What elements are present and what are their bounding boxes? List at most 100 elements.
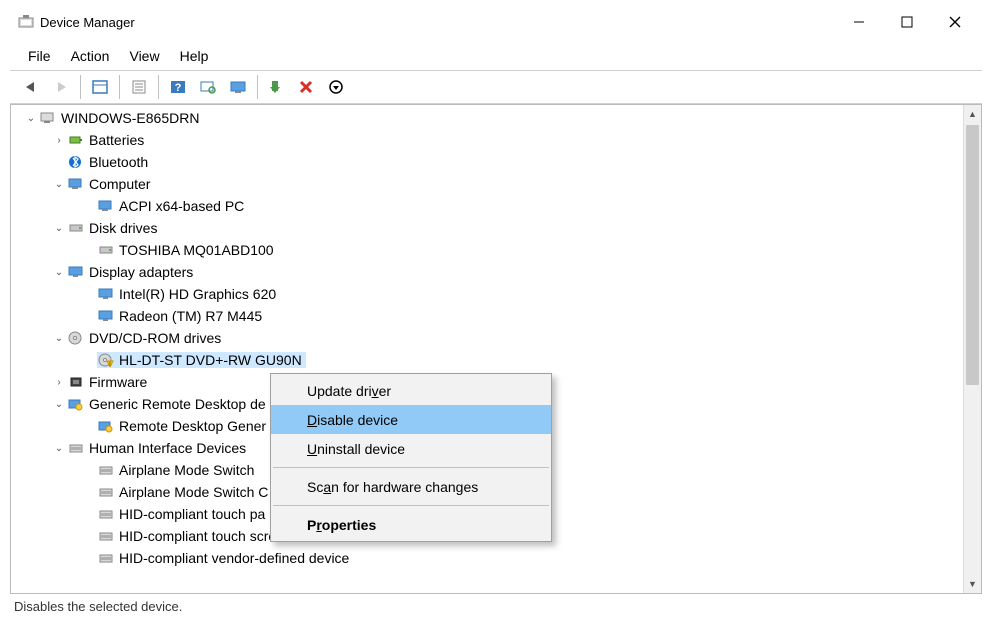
menu-help[interactable]: Help	[170, 44, 219, 68]
tree-node-label: ACPI x64-based PC	[119, 198, 244, 214]
tree-node[interactable]: HID-compliant vendor-defined device	[11, 547, 963, 569]
tree-node-label: Airplane Mode Switch C	[119, 484, 268, 500]
tree-node[interactable]: ⌄ DVD/CD-ROM drives	[11, 327, 963, 349]
monitor-button[interactable]	[223, 72, 253, 102]
app-icon	[18, 14, 34, 30]
hid-icon	[97, 462, 115, 478]
tree-node[interactable]: TOSHIBA MQ01ABD100	[11, 239, 963, 261]
show-hidden-button[interactable]	[85, 72, 115, 102]
context-menu: Update driverDisable deviceUninstall dev…	[270, 373, 552, 542]
tree-node-label: DVD/CD-ROM drives	[89, 330, 221, 346]
computer-icon	[97, 198, 115, 214]
window-title: Device Manager	[40, 15, 836, 30]
tree-node-label: Radeon (TM) R7 M445	[119, 308, 262, 324]
tree-node-label: Bluetooth	[89, 154, 148, 170]
properties-button[interactable]	[124, 72, 154, 102]
tree-root[interactable]: ⌄ WINDOWS-E865DRN	[11, 107, 963, 129]
hid-icon	[97, 506, 115, 522]
tree-node-label: Display adapters	[89, 264, 193, 280]
context-menu-item[interactable]: Scan for hardware changes	[271, 472, 551, 501]
disk-icon	[67, 220, 85, 236]
help-button[interactable]: ?	[163, 72, 193, 102]
computer-icon	[67, 176, 85, 192]
tree-node[interactable]: › Batteries	[11, 129, 963, 151]
collapse-icon[interactable]: ⌄	[53, 179, 65, 190]
context-menu-item[interactable]: Properties	[271, 510, 551, 539]
hid-icon	[97, 550, 115, 566]
tree-node-label: Batteries	[89, 132, 144, 148]
scroll-up-icon[interactable]: ▲	[964, 105, 981, 123]
tree-node-label: Human Interface Devices	[89, 440, 246, 456]
tree-node[interactable]: !HL-DT-ST DVD+-RW GU90N	[11, 349, 963, 371]
display-icon	[67, 264, 85, 280]
menu-bar: File Action View Help	[10, 42, 982, 70]
back-button[interactable]	[16, 72, 46, 102]
remote-icon	[97, 418, 115, 434]
context-menu-item[interactable]: Disable device	[271, 405, 551, 434]
display-icon	[97, 286, 115, 302]
tree-node-label: Computer	[89, 176, 150, 192]
scan-button[interactable]	[193, 72, 223, 102]
collapse-icon[interactable]: ⌄	[53, 267, 65, 278]
tree-node-label: HID-compliant touch screen	[119, 528, 292, 544]
maximize-button[interactable]	[884, 7, 930, 37]
collapse-icon[interactable]: ⌄	[53, 443, 65, 454]
dvd-warn-icon: !	[97, 352, 115, 368]
computer-icon	[39, 110, 57, 126]
remote-icon	[67, 396, 85, 412]
forward-button[interactable]	[46, 72, 76, 102]
tree-node-label: WINDOWS-E865DRN	[61, 110, 199, 126]
status-text: Disables the selected device.	[14, 599, 182, 614]
install-button[interactable]	[262, 72, 292, 102]
scroll-thumb[interactable]	[966, 125, 979, 385]
tree-node[interactable]: ⌄ Disk drives	[11, 217, 963, 239]
collapse-icon[interactable]: ⌄	[53, 223, 65, 234]
minimize-button[interactable]	[836, 7, 882, 37]
context-menu-item[interactable]: Update driver	[271, 376, 551, 405]
tree-node-label: HL-DT-ST DVD+-RW GU90N	[119, 352, 302, 368]
tree-node-label: Firmware	[89, 374, 147, 390]
status-bar: Disables the selected device.	[10, 594, 982, 618]
tree-node-label: Airplane Mode Switch	[119, 462, 254, 478]
toolbar: ?	[10, 70, 982, 104]
tree-node[interactable]: Radeon (TM) R7 M445	[11, 305, 963, 327]
tree-node[interactable]: ⌄ Computer	[11, 173, 963, 195]
battery-icon	[67, 132, 85, 148]
tree-node-label: Generic Remote Desktop de	[89, 396, 266, 412]
expander-icon[interactable]: ⌄	[25, 113, 37, 124]
tree-node[interactable]: Intel(R) HD Graphics 620	[11, 283, 963, 305]
close-button[interactable]	[932, 7, 978, 37]
svg-text:?: ?	[175, 82, 182, 94]
tree-node[interactable]: Bluetooth	[11, 151, 963, 173]
hid-icon	[67, 440, 85, 456]
tree-node[interactable]: ACPI x64-based PC	[11, 195, 963, 217]
context-menu-separator	[273, 467, 549, 468]
menu-file[interactable]: File	[18, 44, 61, 68]
title-bar: Device Manager	[10, 2, 982, 42]
expand-icon[interactable]: ›	[53, 377, 65, 388]
menu-view[interactable]: View	[119, 44, 169, 68]
uninstall-button[interactable]	[322, 72, 352, 102]
tree-node-label: Remote Desktop Gener	[119, 418, 266, 434]
tree-node[interactable]: ⌄ Display adapters	[11, 261, 963, 283]
collapse-icon[interactable]: ⌄	[53, 399, 65, 410]
expand-icon[interactable]: ›	[53, 135, 65, 146]
firmware-icon	[67, 374, 85, 390]
tree-node-label: Intel(R) HD Graphics 620	[119, 286, 276, 302]
tree-node-label: Disk drives	[89, 220, 157, 236]
context-menu-separator	[273, 505, 549, 506]
tree-node-label: HID-compliant touch pa	[119, 506, 265, 522]
menu-action[interactable]: Action	[61, 44, 120, 68]
tree-node-label: HID-compliant vendor-defined device	[119, 550, 349, 566]
dvd-icon	[67, 330, 85, 346]
tree-node-label: TOSHIBA MQ01ABD100	[119, 242, 274, 258]
remove-button[interactable]	[292, 72, 322, 102]
display-icon	[97, 308, 115, 324]
scroll-down-icon[interactable]: ▼	[964, 575, 981, 593]
vertical-scrollbar[interactable]: ▲ ▼	[963, 105, 981, 593]
collapse-icon[interactable]: ⌄	[53, 333, 65, 344]
hid-icon	[97, 484, 115, 500]
bluetooth-icon	[67, 154, 85, 170]
context-menu-item[interactable]: Uninstall device	[271, 434, 551, 463]
hid-icon	[97, 528, 115, 544]
